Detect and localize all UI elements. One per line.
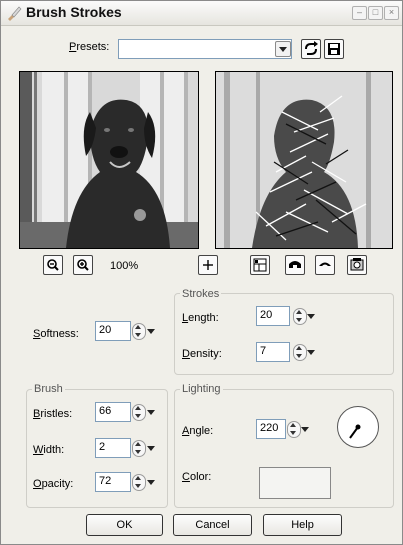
softness-spinner[interactable] bbox=[132, 323, 146, 340]
chevron-down-icon[interactable] bbox=[275, 41, 291, 57]
softness-value: 20 bbox=[99, 324, 112, 336]
brush-app-icon bbox=[8, 6, 22, 21]
opacity-spinner[interactable] bbox=[132, 474, 146, 491]
load-preset-icon[interactable] bbox=[301, 39, 321, 59]
color-swatch[interactable] bbox=[259, 467, 331, 499]
bristles-chevron-down-icon[interactable] bbox=[147, 407, 156, 417]
presets-label: Presets: bbox=[69, 41, 110, 53]
minimize-icon[interactable]: – bbox=[352, 6, 367, 20]
presets-combo[interactable] bbox=[118, 39, 292, 59]
angle-label: Angle: bbox=[182, 425, 214, 437]
density-chevron-down-icon[interactable] bbox=[307, 347, 316, 357]
angle-chevron-down-icon[interactable] bbox=[301, 424, 310, 434]
width-chevron-down-icon[interactable] bbox=[147, 443, 156, 453]
ok-button[interactable]: OK bbox=[86, 514, 163, 536]
bristles-value: 66 bbox=[99, 405, 112, 417]
length-label: Length: bbox=[182, 312, 219, 324]
title-bar: Brush Strokes – □ × bbox=[1, 1, 402, 26]
help-icon[interactable] bbox=[347, 255, 367, 275]
density-label: Density: bbox=[182, 348, 222, 360]
proof-icon[interactable] bbox=[250, 255, 270, 275]
cancel-button[interactable]: Cancel bbox=[173, 514, 252, 536]
angle-dial[interactable] bbox=[337, 406, 379, 448]
help-button[interactable]: Help bbox=[263, 514, 342, 536]
bristles-spinner[interactable] bbox=[132, 404, 146, 421]
window-title: Brush Strokes bbox=[26, 4, 122, 20]
density-value: 7 bbox=[260, 345, 267, 357]
softness-chevron-down-icon[interactable] bbox=[147, 326, 156, 336]
color-label: Color: bbox=[182, 471, 212, 483]
angle-spinner[interactable] bbox=[287, 421, 301, 438]
maximize-icon[interactable]: □ bbox=[368, 6, 383, 20]
close-icon[interactable]: × bbox=[384, 6, 399, 20]
opacity-field[interactable]: 72 bbox=[95, 472, 131, 492]
softness-label: Softness: bbox=[33, 328, 79, 340]
lighting-title: Lighting bbox=[180, 383, 223, 395]
randomize-icon[interactable] bbox=[285, 255, 305, 275]
pan-icon[interactable] bbox=[198, 255, 218, 275]
brush-title: Brush bbox=[32, 383, 65, 395]
bristles-label: Bristles: bbox=[33, 408, 73, 420]
opacity-label: Opacity: bbox=[33, 478, 74, 490]
zoom-out-icon[interactable] bbox=[43, 255, 63, 275]
width-value: 2 bbox=[99, 441, 106, 453]
bristles-field[interactable]: 66 bbox=[95, 402, 131, 422]
width-spinner[interactable] bbox=[132, 440, 146, 457]
length-value: 20 bbox=[260, 309, 273, 321]
width-label: Width: bbox=[33, 444, 65, 456]
reset-icon[interactable] bbox=[315, 255, 335, 275]
original-preview[interactable] bbox=[19, 71, 199, 249]
angle-value: 220 bbox=[260, 422, 279, 434]
save-preset-icon[interactable] bbox=[324, 39, 344, 59]
strokes-title: Strokes bbox=[180, 288, 222, 300]
density-field[interactable]: 7 bbox=[256, 342, 290, 362]
softness-field[interactable]: 20 bbox=[95, 321, 131, 341]
length-field[interactable]: 20 bbox=[256, 306, 290, 326]
width-field[interactable]: 2 bbox=[95, 438, 131, 458]
opacity-chevron-down-icon[interactable] bbox=[147, 477, 156, 487]
density-spinner[interactable] bbox=[293, 344, 307, 361]
result-preview[interactable] bbox=[215, 71, 393, 249]
opacity-value: 72 bbox=[99, 475, 112, 487]
zoom-level: 100% bbox=[110, 260, 139, 272]
length-spinner[interactable] bbox=[293, 308, 307, 325]
dialog-window: Brush Strokes – □ × Presets: 100% Softne… bbox=[0, 0, 403, 545]
angle-field[interactable]: 220 bbox=[256, 419, 286, 439]
zoom-in-icon[interactable] bbox=[73, 255, 93, 275]
length-chevron-down-icon[interactable] bbox=[307, 311, 316, 321]
